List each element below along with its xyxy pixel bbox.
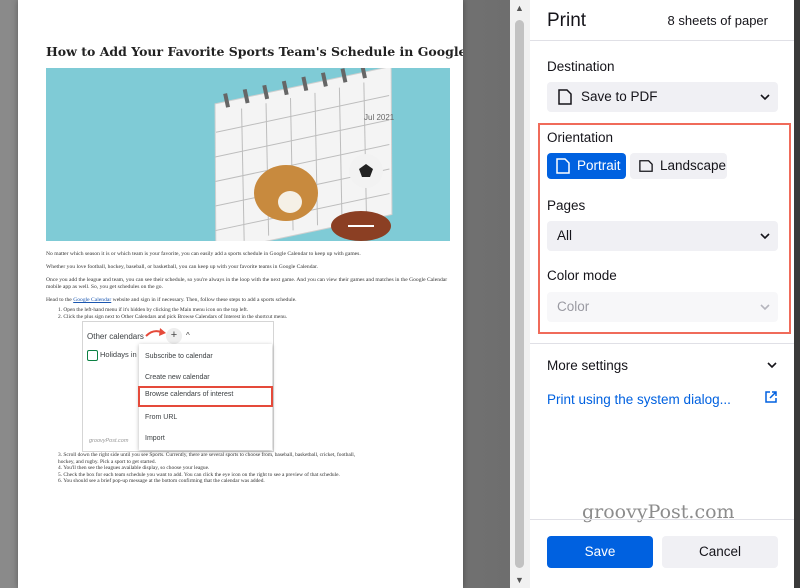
portrait-label: Portrait (577, 158, 621, 173)
pages-label: Pages (547, 198, 586, 213)
step-6: 6. You should see a brief pop-up message… (58, 478, 265, 485)
color-mode-value: Color (557, 299, 590, 314)
preview-scrollbar[interactable]: ▲ ▼ (510, 0, 530, 588)
paragraph-4-end: website and sign in if necessary. Then, … (111, 297, 297, 303)
steps-list-top: 1. Open the left-hand menu if it's hidde… (58, 307, 458, 320)
scroll-down-icon[interactable]: ▼ (515, 575, 524, 585)
portrait-button[interactable]: Portrait (547, 153, 626, 179)
destination-value: Save to PDF (581, 89, 658, 104)
save-button[interactable]: Save (547, 536, 653, 568)
file-icon (558, 89, 572, 105)
steps-list-bottom: 3. Scroll down the right side until you … (58, 452, 458, 485)
menu-item: Import (145, 435, 165, 442)
chevron-down-icon (760, 304, 770, 311)
scroll-thumb[interactable] (515, 20, 524, 568)
chevron-down-icon (760, 94, 770, 101)
pages-value: All (557, 228, 573, 243)
landscape-label: Landscape (660, 158, 727, 173)
print-preview-area: How to Add Your Favorite Sports Team's S… (0, 0, 510, 588)
plus-icon: + (166, 328, 182, 344)
destination-label: Destination (547, 59, 615, 74)
paragraph-4-start: Head to the (46, 297, 74, 303)
landscape-icon (639, 160, 653, 172)
system-dialog-link[interactable]: Print using the system dialog... (547, 392, 731, 407)
pages-select[interactable]: All (547, 221, 778, 251)
chevron-down-icon (760, 233, 770, 240)
holidays-label: Holidays in (100, 350, 137, 359)
step-3: 3. Scroll down the right side until you … (58, 452, 356, 458)
divider (530, 40, 794, 41)
external-link-icon[interactable] (764, 390, 778, 404)
menu-item: Create new calendar (145, 374, 210, 381)
shortcut-menu: Subscribe to calendar Create new calenda… (138, 344, 273, 450)
google-calendar-link[interactable]: Google Calendar (73, 297, 111, 303)
cancel-button[interactable]: Cancel (662, 536, 778, 568)
landscape-button[interactable]: Landscape (630, 153, 727, 179)
color-mode-select: Color (547, 292, 778, 322)
color-mode-label: Color mode (547, 268, 617, 283)
document-title: How to Add Your Favorite Sports Team's S… (46, 44, 463, 59)
window-edge (794, 0, 800, 588)
sheets-count: 8 sheets of paper (667, 13, 768, 28)
divider (530, 343, 794, 344)
print-panel: Print 8 sheets of paper Destination Save… (530, 0, 794, 588)
paragraph-3: Once you add the league and team, you ca… (46, 277, 448, 290)
red-arrow-icon (145, 328, 166, 337)
checkbox-icon (87, 350, 98, 361)
orientation-label: Orientation (547, 130, 614, 145)
portrait-icon (556, 158, 570, 174)
step-4: 4. You'll then see the leagues available… (58, 465, 210, 472)
scroll-up-icon[interactable]: ▲ (515, 3, 524, 13)
more-settings-toggle[interactable]: More settings (547, 358, 628, 373)
menu-item: Subscribe to calendar (145, 353, 213, 360)
menu-item: Browse calendars of interest (145, 391, 234, 398)
other-calendars-label: Other calendars (87, 332, 144, 341)
destination-select[interactable]: Save to PDF (547, 82, 778, 112)
menu-item: From URL (145, 414, 178, 421)
step-1: 1. Open the left-hand menu if it's hidde… (58, 307, 249, 313)
step-2: 2. Click the plus sign next to Other Cal… (58, 313, 288, 320)
divider (530, 519, 794, 520)
paragraph-4: Head to the Google Calendar website and … (46, 297, 458, 304)
paragraph-2: Whether you love football, hockey, baseb… (46, 264, 318, 270)
hero-image: Jul 2021 (46, 68, 450, 241)
calendar-label: Jul 2021 (364, 113, 395, 122)
print-title: Print (547, 10, 587, 31)
chevron-up-icon: ^ (186, 331, 190, 340)
paragraph-1: No matter which season it is or which te… (46, 251, 361, 257)
embedded-watermark: groovyPost.com (89, 438, 129, 444)
step-3-cont: hockey, and rugby. Pick a sport to get s… (58, 458, 156, 465)
embedded-screenshot: Other calendars + ^ Holidays in Subscrib… (82, 321, 274, 452)
chevron-down-icon[interactable] (766, 359, 778, 371)
preview-page: How to Add Your Favorite Sports Team's S… (18, 0, 463, 588)
